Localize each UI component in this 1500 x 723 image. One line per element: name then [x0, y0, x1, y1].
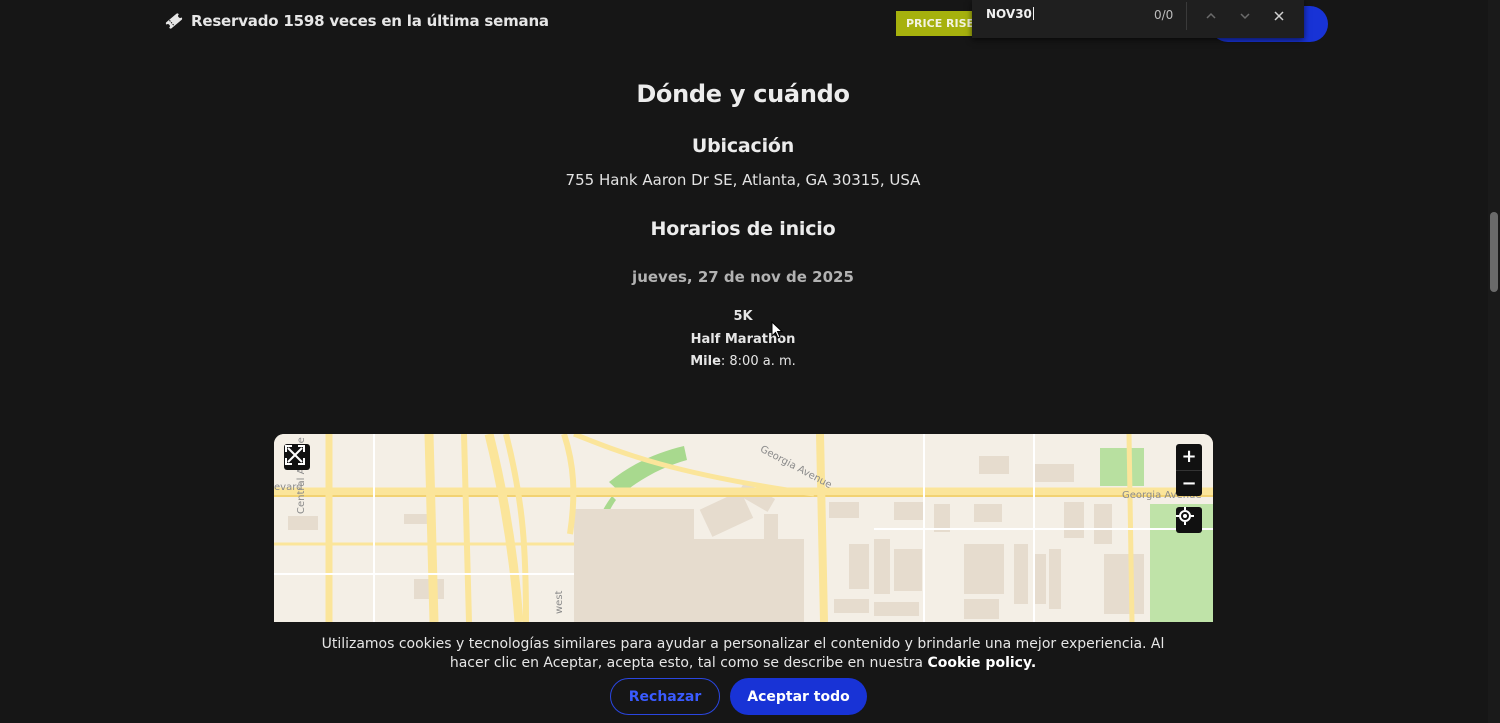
mouse-cursor-icon — [771, 321, 783, 339]
find-close-button[interactable] — [1269, 6, 1289, 26]
text-caret — [1032, 7, 1034, 20]
find-bar: NOV30 0/0 — [972, 0, 1304, 38]
map-street-label: west — [554, 590, 565, 614]
scrollbar-thumb[interactable] — [1490, 212, 1498, 292]
chevron-down-icon — [1240, 13, 1250, 20]
ticket-icon — [165, 13, 183, 29]
map-tiles — [274, 434, 1213, 622]
find-divider — [1186, 2, 1187, 30]
reject-cookies-button[interactable]: Rechazar — [610, 678, 720, 715]
race-item: 5K — [0, 309, 1486, 324]
find-match-count: 0/0 — [1154, 8, 1174, 22]
cookie-text-end: . — [1030, 655, 1037, 671]
start-times-heading: Horarios de inicio — [650, 218, 836, 240]
find-query: NOV30 — [986, 7, 1032, 21]
map-zoom-in-button[interactable]: + — [1176, 444, 1202, 471]
find-next-button[interactable] — [1235, 6, 1255, 26]
map-zoom-control: + − — [1176, 444, 1202, 496]
map-fullscreen-button[interactable] — [284, 444, 310, 470]
scrollbar[interactable] — [1488, 0, 1500, 723]
find-input[interactable]: NOV30 — [986, 7, 1034, 21]
race-name: Mile — [690, 354, 721, 369]
map-zoom-out-button[interactable]: − — [1176, 471, 1202, 497]
booked-notice: Reservado 1598 veces en la última semana — [165, 12, 549, 30]
race-time: 8:00 a. m. — [729, 354, 796, 369]
address: 755 Hank Aaron Dr SE, Atlanta, GA 30315,… — [565, 171, 921, 189]
locate-icon — [1176, 507, 1194, 525]
booked-text: Reservado 1598 veces en la última semana — [191, 12, 549, 30]
race-item: Mile: 8:00 a. m. — [690, 354, 796, 369]
map[interactable]: evard Georgia Avenue Georgia Avenue Cent… — [274, 434, 1213, 622]
map-locate-button[interactable] — [1176, 507, 1202, 533]
cookie-policy-link[interactable]: Cookie policy — [927, 655, 1030, 671]
accept-all-cookies-button[interactable]: Aceptar todo — [730, 678, 867, 715]
event-date: jueves, 27 de nov de 2025 — [632, 268, 854, 286]
find-previous-button[interactable] — [1201, 6, 1221, 26]
close-icon — [1274, 11, 1284, 21]
section-title: Dónde y cuándo — [636, 80, 850, 108]
location-heading: Ubicación — [691, 135, 795, 157]
race-name: 5K — [733, 309, 753, 324]
chevron-up-icon — [1206, 12, 1216, 19]
fullscreen-icon — [285, 445, 305, 465]
cookie-banner-text: Utilizamos cookies y tecnologías similar… — [300, 635, 1186, 673]
race-item: Half Marathon — [0, 332, 1486, 347]
cookie-text: Utilizamos cookies y tecnologías similar… — [321, 636, 1165, 671]
